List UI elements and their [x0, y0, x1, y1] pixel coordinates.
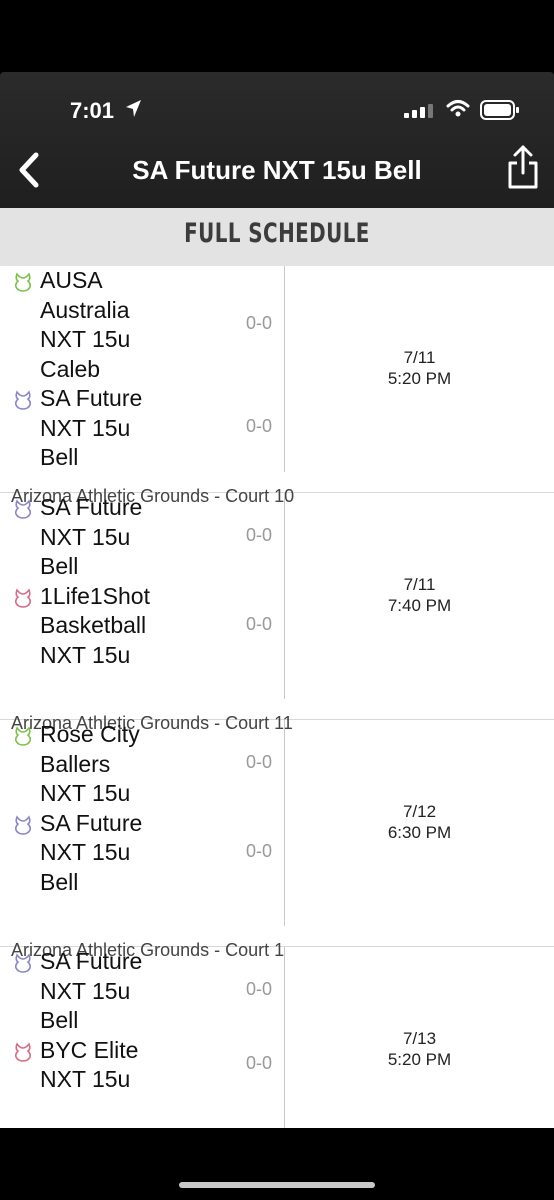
battery-icon [480, 100, 519, 120]
team-name-line: Caleb [40, 355, 101, 382]
game-card[interactable]: AUSA Australia NXT 15u Caleb 0-0 SA Future NXT… [0, 266, 554, 506]
section-title: FULL SCHEDULE [184, 218, 370, 249]
game-datetime: 7/11 5:20 PM [285, 347, 554, 389]
team-score: 0-0 [246, 613, 273, 634]
team-name-line: Bell [40, 553, 79, 579]
home-indicator[interactable] [179, 1182, 375, 1188]
location-arrow-icon [126, 100, 141, 117]
game-time: 5:20 PM [387, 1050, 452, 1069]
game-datetime: 7/13 5:20 PM [285, 1028, 554, 1070]
game-time: 5:20 PM [387, 369, 452, 388]
team-name-line: SA Future [40, 385, 143, 411]
game-date: 7/11 [403, 575, 436, 594]
team-name-line: BYC Elite [40, 1036, 139, 1063]
game-time: 7:40 PM [387, 596, 452, 615]
team-score: 0-0 [246, 752, 273, 773]
game-card[interactable]: SA Future NXT 15u Bell 0-0 BYC Elite NXT 15u 0… [0, 947, 554, 1128]
top-bezel [0, 0, 554, 72]
team-name-line: NXT 15u [40, 839, 131, 865]
team-name: 1Life1Shot Basketball NXT 15u [40, 582, 150, 671]
team-name: AUSA Australia NXT 15u Caleb [40, 266, 130, 384]
cellular-signal-icon [404, 104, 433, 118]
game-datetime: 7/11 7:40 PM [285, 574, 554, 616]
team-name: SA Future NXT 15u Bell [40, 493, 142, 582]
team-name-line: Rose City [40, 721, 140, 747]
game-datetime: 7/12 6:30 PM [285, 801, 554, 843]
team-score: 0-0 [246, 1053, 273, 1073]
trophy-icon [14, 953, 32, 973]
trophy-icon [14, 1041, 32, 1062]
trophy-icon [14, 272, 32, 292]
team-name: BYC Elite NXT 15u [40, 1036, 138, 1095]
game-date: 7/12 [402, 802, 437, 821]
team-name-line: NXT 15u [40, 641, 131, 668]
team-score: 0-0 [246, 416, 273, 437]
section-header: FULL SCHEDULE [0, 208, 554, 267]
team-score: 0-0 [246, 313, 273, 333]
team-name: SA Future NXT 15u Bell [40, 947, 142, 1036]
team-name-line: Basketball [40, 612, 147, 638]
game-time: 6:30 PM [387, 823, 452, 842]
team-name-line: Ballers [40, 750, 111, 777]
trophy-icon [14, 726, 32, 746]
team-score: 0-0 [246, 979, 273, 1000]
team-name-line: NXT 15u [40, 977, 131, 1004]
team-name-line: SA Future [40, 809, 143, 836]
team-name-line: SA Future [40, 494, 143, 520]
team-name-line: AUSA [40, 267, 103, 293]
app-header [0, 72, 554, 208]
team-name-line: NXT 15u [40, 523, 131, 550]
team-name: SA Future NXT 15u Bell [40, 809, 142, 898]
trophy-icon [14, 499, 32, 519]
bottom-bezel [0, 1128, 554, 1200]
team-name-line: SA Future [40, 948, 143, 974]
share-icon[interactable] [505, 143, 541, 191]
team-name-line: Australia [40, 296, 130, 323]
team-name-line: Bell [40, 868, 79, 895]
team-score: 0-0 [246, 840, 273, 861]
team-name-line: Bell [40, 1007, 79, 1033]
game-card[interactable]: Rose City Ballers NXT 15u 0-0 SA Future NXT 1… [0, 720, 554, 960]
team-score: 0-0 [246, 525, 273, 546]
game-card[interactable]: SA Future NXT 15u Bell 0-0 1Life1Shot Basketb… [0, 493, 554, 733]
game-date: 7/13 [402, 1029, 437, 1048]
team-name-line: NXT 15u [40, 780, 131, 806]
trophy-icon [14, 814, 32, 835]
schedule-list[interactable]: AUSA Australia NXT 15u Caleb 0-0 SA Future NXT… [0, 266, 554, 1128]
team-name: SA Future NXT 15u Bell [40, 384, 142, 473]
team-name-line: NXT 15u [40, 326, 131, 352]
game-date: 7/11 [403, 348, 436, 367]
team-name: Rose City Ballers NXT 15u [40, 720, 140, 809]
wifi-icon [446, 100, 470, 117]
team-name-line: NXT 15u [40, 1066, 131, 1092]
page-title: SA Future NXT 15u Bell [132, 155, 422, 185]
trophy-icon [14, 390, 32, 410]
status-time: 7:01 [70, 98, 115, 123]
team-name-line: 1Life1Shot [40, 582, 150, 609]
trophy-icon [14, 587, 32, 608]
team-name-line: NXT 15u [40, 414, 131, 441]
team-name-line: Bell [40, 444, 79, 470]
